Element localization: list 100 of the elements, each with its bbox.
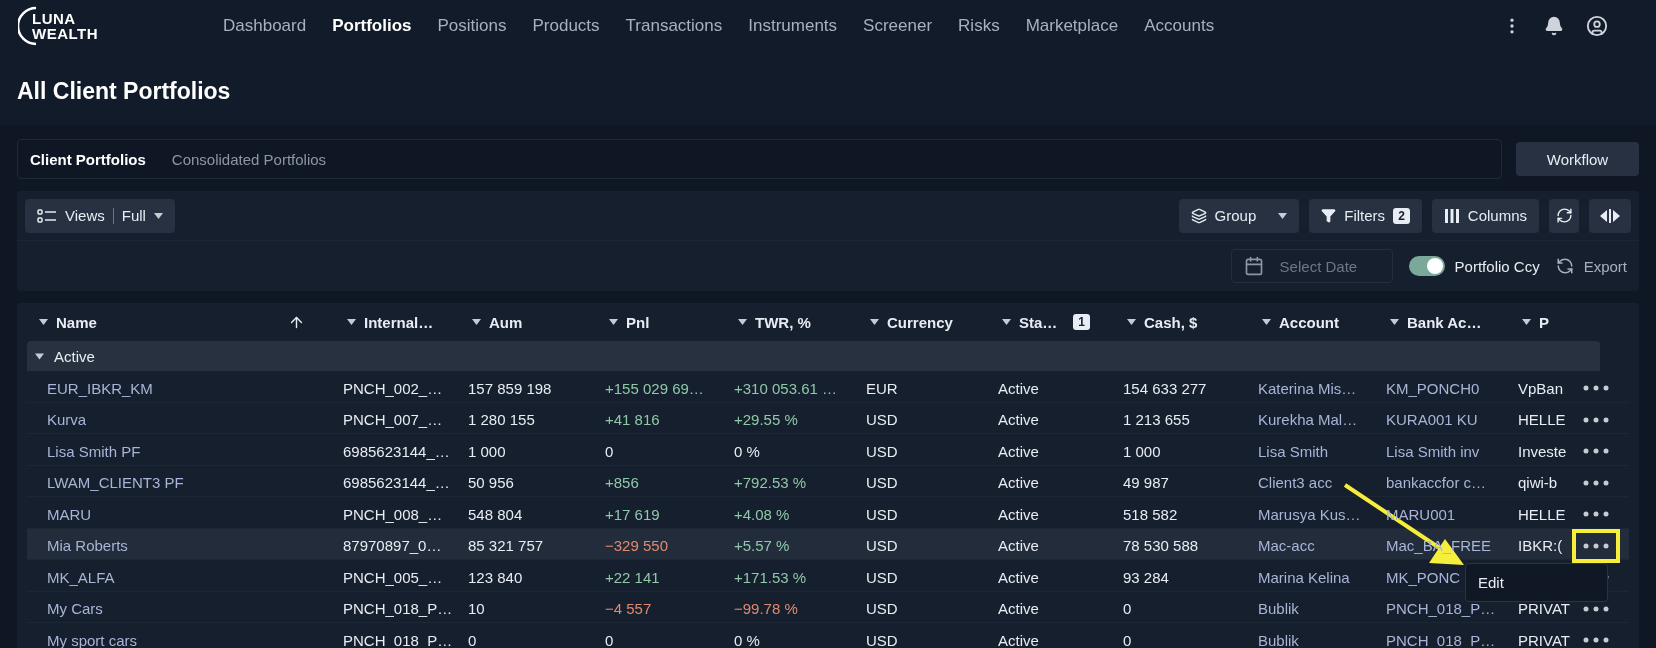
portfolio-cell: Investe [1518, 442, 1567, 460]
account-cell: Bublik [1258, 600, 1299, 617]
cycle-arrows-icon[interactable] [1555, 257, 1574, 275]
caret-icon[interactable] [39, 319, 48, 325]
table-row[interactable]: Lisa Smith PF 6985623144_… 1 000 0 0 % USD Active 1 000 Lisa Smith Lisa Smith inv Investe [27, 434, 1629, 466]
nav-link[interactable]: Screener [863, 16, 933, 36]
pnl-cell: +17 619 [605, 505, 660, 523]
currency-cell: USD [866, 505, 898, 523]
caret-icon[interactable] [1390, 319, 1399, 325]
nav-link[interactable]: Accounts [1144, 16, 1215, 36]
workflow-button[interactable]: Workflow [1516, 142, 1639, 176]
pnl-cell: +22 141 [605, 568, 660, 586]
column-header[interactable]: Pnl [597, 313, 726, 331]
twr-cell: −99.78 % [734, 600, 798, 617]
currency-cell: USD [866, 568, 898, 586]
account-cell: Katerina Mis… [1258, 379, 1357, 397]
nav-link[interactable]: Instruments [748, 16, 838, 36]
twr-cell: +792.53 % [734, 474, 807, 491]
aum-cell: 123 840 [468, 568, 523, 586]
caret-icon[interactable] [1127, 319, 1136, 325]
status-cell: Active [998, 505, 1039, 523]
caret-icon[interactable] [738, 319, 747, 325]
table-row[interactable]: Kurva PNCH_007_… 1 280 155 +41 816 +29.55 % USD Active 1 213 655 Kurekha Mal… KURA001 KU HELLE [27, 402, 1629, 434]
resize-button[interactable] [1589, 198, 1631, 233]
status-cell: Active [998, 411, 1039, 428]
nav-link[interactable]: Portfolios [332, 16, 412, 36]
column-header[interactable]: TWR, % [726, 313, 858, 331]
account-cell: Kurekha Mal… [1258, 411, 1358, 428]
portfolio-cell: PRIVAT [1518, 600, 1570, 617]
bank-account-cell: KM_PONCH0 [1386, 379, 1480, 397]
name-cell: MK_ALFA [47, 568, 115, 586]
bell-icon[interactable] [1544, 16, 1564, 36]
aum-cell: 1 280 155 [468, 411, 535, 428]
group-button[interactable]: Group [1178, 198, 1300, 233]
user-icon[interactable] [1586, 15, 1608, 37]
nav-link[interactable]: Transactions [625, 16, 723, 36]
column-header[interactable]: P [1510, 313, 1572, 331]
twr-cell: +29.55 % [734, 411, 798, 428]
column-header[interactable]: Sta… 1 [990, 313, 1115, 331]
cash-cell: 154 633 277 [1123, 379, 1207, 397]
group-row[interactable]: Active [27, 341, 1600, 371]
currency-cell: EUR [866, 379, 898, 397]
date-field[interactable]: Select Date [1230, 249, 1393, 283]
columns-button[interactable]: Columns [1431, 198, 1539, 233]
caret-icon[interactable] [347, 319, 356, 325]
tab[interactable]: Consolidated Portfolios [171, 150, 327, 168]
currency-cell: USD [866, 600, 898, 617]
caret-icon[interactable] [1262, 319, 1271, 325]
columns-icon [1443, 208, 1460, 223]
caret-icon[interactable] [1002, 319, 1011, 325]
nav-link[interactable]: Risks [958, 16, 1000, 36]
refresh-button[interactable] [1549, 198, 1579, 233]
caret-icon[interactable] [1522, 319, 1531, 325]
bank-account-cell: MK_PONC [1386, 568, 1461, 586]
currency-cell: USD [866, 537, 898, 554]
bank-account-cell: bankaccfor c… [1386, 474, 1487, 491]
column-header[interactable]: Aum [460, 313, 597, 331]
toggle-label: Portfolio Ccy [1454, 257, 1540, 275]
calendar-icon[interactable] [1243, 256, 1264, 276]
toggle-switch[interactable] [1408, 256, 1445, 276]
caret-icon[interactable] [870, 319, 879, 325]
views-button[interactable]: Views Full [25, 198, 175, 233]
currency-cell: USD [866, 442, 898, 460]
column-header[interactable]: Internal… [335, 313, 460, 331]
table-row[interactable]: My sport cars PNCH_018_P… 0 0 0 % USD Active 0 Bublik PNCH_018_P… PRIVAT [27, 623, 1629, 648]
pnl-cell: 0 [605, 442, 614, 460]
date-input[interactable]: Select Date [1277, 256, 1378, 276]
nav-link[interactable]: Products [532, 16, 600, 36]
name-cell: Mia Roberts [47, 537, 128, 554]
nav-link[interactable]: Dashboard [223, 16, 307, 36]
internal-id-cell: 6985623144_… [343, 442, 450, 460]
logo-text: LUNA WEALTH [32, 11, 99, 41]
table-row[interactable]: EUR_IBKR_KM PNCH_002_… 157 859 198 +155 029 69… +310 053.61 … EUR Active 154 633 277 Katerina Mis… KM_PONCH0 VpBan [27, 371, 1629, 403]
caret-icon[interactable] [153, 212, 163, 219]
cash-cell: 0 [1123, 631, 1132, 648]
pnl-cell: −329 550 [605, 537, 668, 554]
column-header[interactable]: Name [27, 313, 335, 331]
column-header[interactable]: Cash, $ [1115, 313, 1250, 331]
export-button[interactable]: Export [1555, 257, 1627, 275]
filters-button[interactable]: Filters 2 [1309, 198, 1422, 233]
caret-icon[interactable] [472, 319, 481, 325]
nav-link[interactable]: Positions [437, 16, 507, 36]
nav-link[interactable]: Marketplace [1025, 16, 1119, 36]
table-row[interactable]: LWAM_CLIENT3 PF 6985623144_… 50 956 +856 +792.53 % USD Active 49 987 Client3 acc bankaccfor c… qiwi-b [27, 465, 1629, 497]
caret-icon[interactable] [1278, 212, 1288, 219]
column-header[interactable]: Bank Ac… [1378, 313, 1510, 331]
table-row[interactable]: My Cars PNCH_018_P… 10 −4 557 −99.78 % USD Active 0 Bublik PNCH_018_P… PRIVAT [27, 591, 1629, 623]
cash-cell: 0 [1123, 600, 1132, 617]
tab[interactable]: Client Portfolios [30, 150, 146, 168]
internal-id-cell: PNCH_018_P… [343, 631, 453, 648]
aum-cell: 10 [468, 600, 485, 617]
column-header[interactable]: Account [1250, 313, 1378, 331]
caret-icon[interactable] [35, 351, 44, 361]
caret-icon[interactable] [609, 319, 618, 325]
column-header[interactable]: Currency [858, 313, 990, 331]
group-label: Active [54, 347, 95, 365]
refresh-icon[interactable] [1555, 207, 1573, 224]
portfolio-cell: HELLE [1518, 411, 1566, 428]
internal-id-cell: PNCH_005_… [343, 568, 443, 586]
cash-cell: 78 530 588 [1123, 537, 1199, 554]
